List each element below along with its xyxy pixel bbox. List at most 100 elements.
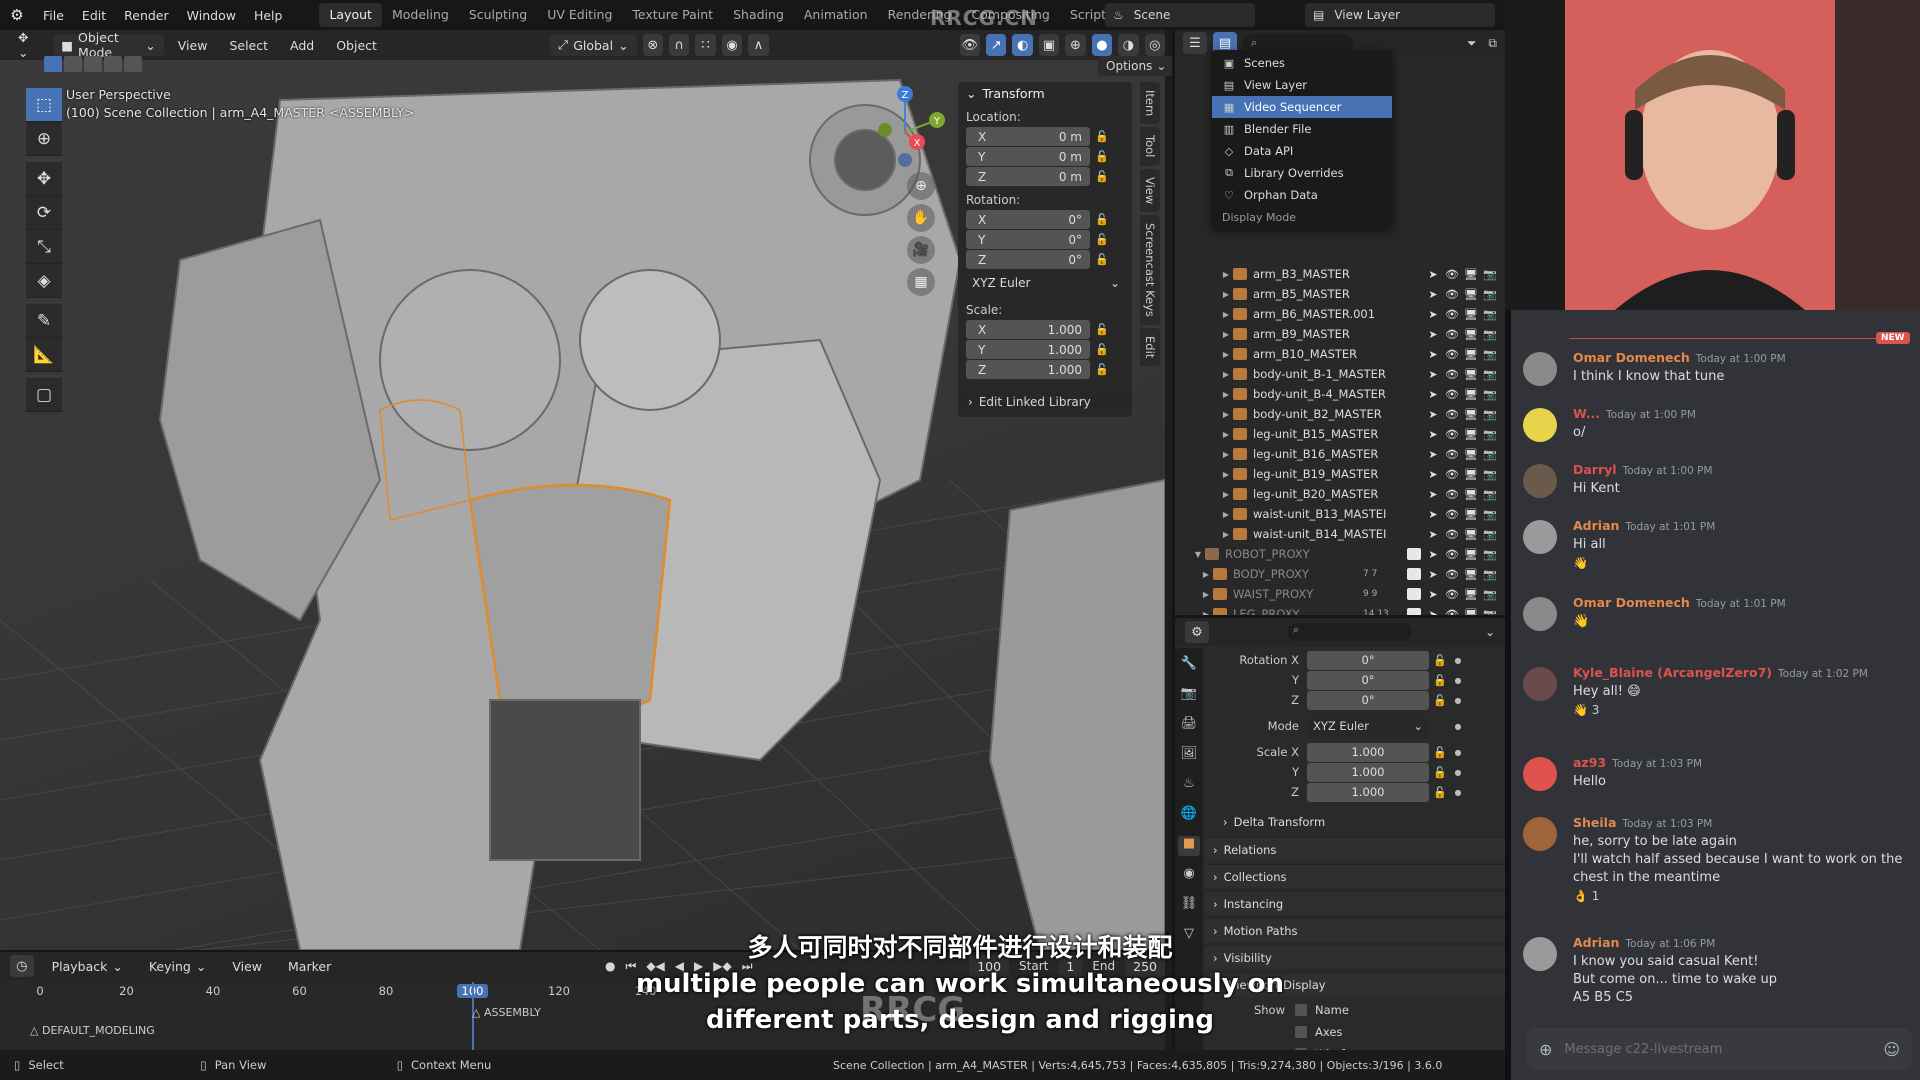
exclude-checkbox[interactable]: ✓ — [1407, 588, 1421, 600]
keyframe-dot-icon[interactable]: ● — [1451, 788, 1465, 797]
message-author[interactable]: Omar Domenech — [1573, 595, 1690, 610]
eye-icon[interactable]: 👁 — [1445, 268, 1459, 281]
eye-icon[interactable]: 👁 — [1445, 588, 1459, 601]
tool-tab-icon[interactable]: 🔧 — [1178, 656, 1200, 676]
tab-edit[interactable]: Edit — [1140, 327, 1160, 367]
outliner-row[interactable]: ▶ body-unit_B2_MASTER ➤ 👁 🖥 📷 — [1175, 404, 1505, 424]
output-tab-icon[interactable]: 🖨 — [1178, 716, 1200, 736]
expand-icon[interactable]: ▶ — [1219, 270, 1233, 279]
expand-icon[interactable]: ▶ — [1219, 490, 1233, 499]
selectable-icon[interactable]: ➤ — [1426, 568, 1440, 581]
scale-y-field[interactable]: Y 1.000 — [966, 340, 1090, 359]
orientation-dropdown[interactable]: ⤢ Global ⌄ — [550, 34, 637, 56]
selectable-icon[interactable]: ➤ — [1426, 428, 1440, 441]
menu-window[interactable]: Window — [178, 8, 245, 23]
keyframe-dot-icon[interactable]: ● — [1451, 748, 1465, 757]
eye-icon[interactable]: 👁 — [1445, 468, 1459, 481]
eye-icon[interactable]: 👁 — [1445, 408, 1459, 421]
select-new-button[interactable] — [44, 56, 62, 72]
expand-icon[interactable]: ▶ — [1219, 430, 1233, 439]
lock-icon[interactable]: 🔓 — [1090, 233, 1114, 246]
user-avatar[interactable] — [1523, 408, 1557, 442]
monitor-icon[interactable]: 🖥 — [1464, 268, 1478, 281]
outliner-row[interactable]: ▶ arm_B5_MASTER ➤ 👁 🖥 📷 — [1175, 284, 1505, 304]
user-avatar[interactable] — [1523, 464, 1557, 498]
message-author[interactable]: Sheila — [1573, 815, 1616, 830]
message-author[interactable]: Adrian — [1573, 935, 1619, 950]
monitor-icon[interactable]: 🖥 — [1464, 568, 1478, 581]
message-author[interactable]: Kyle_Blaine (ArcangelZero7) — [1573, 665, 1772, 680]
view-menu[interactable]: View — [224, 955, 270, 977]
lock-icon[interactable]: 🔓 — [1429, 746, 1451, 759]
shading-wireframe-icon[interactable]: ⊕ — [1065, 34, 1086, 56]
select-invert-button[interactable] — [104, 56, 122, 72]
overlay-toggle-icon[interactable]: ◐ — [1012, 34, 1033, 56]
monitor-icon[interactable]: 🖥 — [1464, 288, 1478, 301]
camera-icon[interactable]: 📷 — [1483, 388, 1497, 401]
message-author[interactable]: Darryl — [1573, 462, 1617, 477]
chevron-down-icon[interactable]: ⌄ — [1485, 625, 1505, 639]
selectable-icon[interactable]: ➤ — [1426, 448, 1440, 461]
location-y-field[interactable]: Y0 m — [966, 147, 1090, 166]
rotation-z-field[interactable]: Z 0° — [966, 250, 1090, 269]
user-avatar[interactable] — [1523, 667, 1557, 701]
expand-icon[interactable]: ▶ — [1219, 530, 1233, 539]
monitor-icon[interactable]: 🖥 — [1464, 588, 1478, 601]
keyframe-dot-icon[interactable]: ● — [1451, 676, 1465, 685]
tab-view[interactable]: View — [1140, 168, 1160, 212]
rotation-y-field[interactable]: Y 0° — [966, 230, 1090, 249]
transform-panel-header[interactable]: ⌄ Transform — [958, 82, 1132, 104]
scene-selector[interactable]: ♨ Scene — [1105, 3, 1255, 27]
transform-tool-icon[interactable]: ◈ — [26, 264, 62, 298]
outliner-row[interactable]: ▶ arm_B6_MASTER.001 ➤ 👁 🖥 📷 — [1175, 304, 1505, 324]
monitor-icon[interactable]: 🖥 — [1464, 308, 1478, 321]
expand-icon[interactable]: ▶ — [1219, 350, 1233, 359]
world-tab-icon[interactable]: 🌐 — [1178, 806, 1200, 826]
keying-menu[interactable]: Keying ⌄ — [141, 955, 214, 977]
message-author[interactable]: Adrian — [1573, 518, 1619, 533]
lock-icon[interactable]: 🔓 — [1090, 170, 1114, 183]
menu-view[interactable]: View — [170, 34, 216, 56]
select-extend-button[interactable] — [64, 56, 82, 72]
exclude-checkbox[interactable]: ✓ — [1407, 568, 1421, 580]
menu-item-scenes[interactable]: ▣ Scenes — [1212, 52, 1392, 74]
message-author[interactable]: az93 — [1573, 755, 1606, 770]
tab-shading[interactable]: Shading — [723, 3, 794, 27]
camera-icon[interactable]: 📷 — [1483, 408, 1497, 421]
monitor-icon[interactable]: 🖥 — [1464, 368, 1478, 381]
keyframe-dot-icon[interactable]: ● — [1451, 656, 1465, 665]
shading-rendered-icon[interactable]: ◎ — [1144, 34, 1166, 56]
keyframe-dot-icon[interactable]: ● — [1451, 722, 1465, 731]
ortho-grid-icon[interactable]: ▦ — [907, 268, 935, 296]
blender-logo-icon[interactable]: ⚙ — [0, 6, 34, 24]
camera-icon[interactable]: 📷 — [1483, 288, 1497, 301]
pivot-icon[interactable]: ⊗ — [642, 34, 663, 56]
message-author[interactable]: Omar Domenech — [1573, 350, 1690, 365]
select-intersect-button[interactable] — [124, 56, 142, 72]
tab-tool[interactable]: Tool — [1140, 127, 1160, 166]
snap-target-icon[interactable]: ∷ — [695, 34, 716, 56]
marker-menu[interactable]: Marker — [280, 955, 339, 977]
lock-icon[interactable]: 🔓 — [1090, 130, 1114, 143]
monitor-icon[interactable]: 🖥 — [1464, 408, 1478, 421]
camera-icon[interactable]: 📷 — [1483, 428, 1497, 441]
rotation-x-field[interactable]: X 0° — [966, 210, 1090, 229]
outliner-row[interactable]: ▶ waist-unit_B14_MASTEI ➤ 👁 🖥 📷 — [1175, 524, 1505, 544]
eye-icon[interactable]: 👁 — [1445, 488, 1459, 501]
selectable-icon[interactable]: ➤ — [1426, 488, 1440, 501]
proportional-edit-icon[interactable]: ◉ — [721, 34, 743, 56]
scale-z-field[interactable]: Z 1.000 — [966, 360, 1090, 379]
constraints-tab-icon[interactable]: ⛓ — [1178, 896, 1200, 916]
menu-render[interactable]: Render — [115, 8, 178, 23]
expand-icon[interactable]: ▶ — [1219, 310, 1233, 319]
options-dropdown[interactable]: Options ⌄ — [1098, 56, 1175, 76]
view-layer-tab-icon[interactable]: 🖼 — [1178, 746, 1200, 766]
eye-icon[interactable]: 👁 — [1445, 328, 1459, 341]
scale-x-field[interactable]: X 1.000 — [966, 320, 1090, 339]
tab-modeling[interactable]: Modeling — [382, 3, 459, 27]
location-x-field[interactable]: X0 m — [966, 127, 1090, 146]
collapse-icon[interactable]: ▼ — [1191, 550, 1205, 559]
eye-icon[interactable]: 👁 — [1445, 428, 1459, 441]
monitor-icon[interactable]: 🖥 — [1464, 508, 1478, 521]
expand-icon[interactable]: ▶ — [1219, 410, 1233, 419]
